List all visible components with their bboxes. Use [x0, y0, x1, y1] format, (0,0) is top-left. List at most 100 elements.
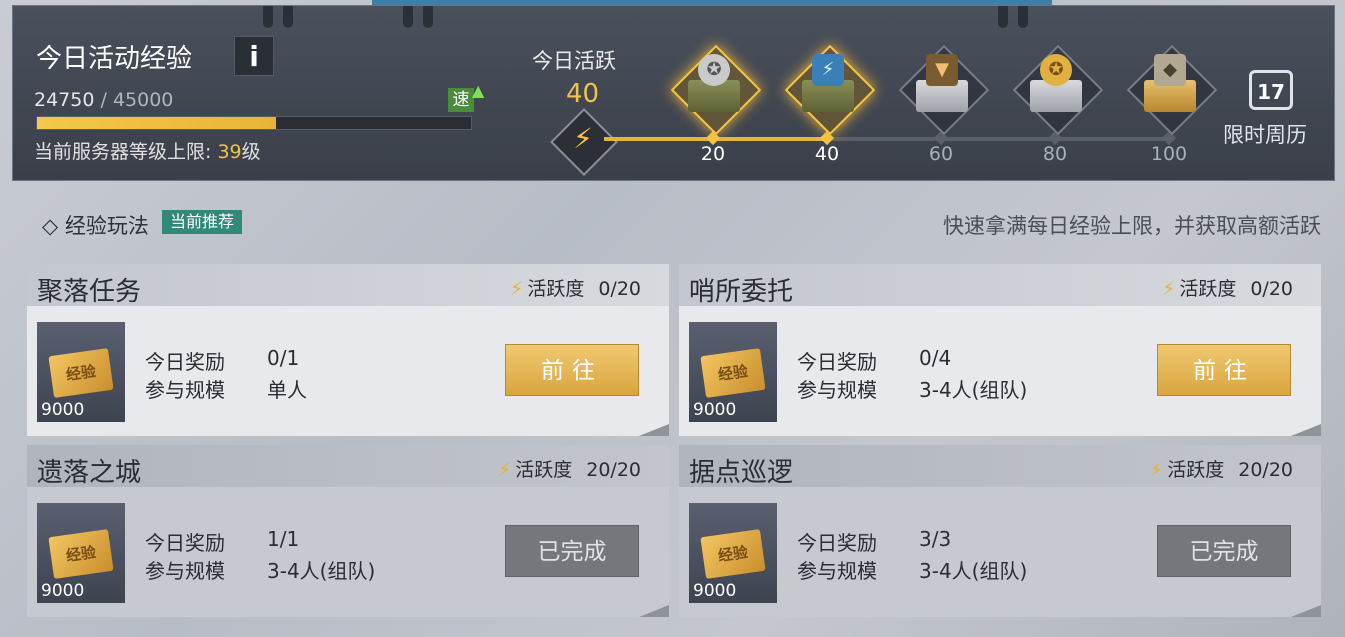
reward-chest-60[interactable]: ▼ — [898, 44, 990, 136]
activity-card: 据点巡逻 ⚡ 活跃度 20/20 经验 9000 今日奖励 3/3 参与规模 3-4人(组队) 已完… — [679, 445, 1321, 617]
card-corner-decoration — [1291, 605, 1321, 617]
exp-ticket-item[interactable]: 经验 9000 — [37, 322, 125, 422]
activity-label: 活跃度 — [515, 459, 573, 481]
exp-progress-bar — [36, 116, 472, 130]
card-activity: ⚡ 活跃度 0/20 — [1162, 274, 1293, 301]
completed-button: 已完成 — [1157, 525, 1291, 577]
server-level-cap: 当前服务器等级上限: 39级 — [34, 137, 261, 164]
activity-count: 20/20 — [1238, 459, 1293, 481]
card-header: 遗落之城 ⚡ 活跃度 20/20 — [27, 445, 669, 488]
info-button[interactable]: i — [234, 36, 274, 76]
go-button[interactable]: 前往 — [1157, 344, 1291, 396]
daily-exp-title: 今日活动经验 — [36, 44, 193, 74]
exp-progress-fill — [37, 117, 276, 129]
exp-ticket-item[interactable]: 经验 9000 — [689, 322, 777, 422]
lightning-icon: ⚡ — [509, 278, 524, 300]
speed-badge: 速 — [448, 88, 474, 112]
exp-ticket-item[interactable]: 经验 9000 — [37, 503, 125, 603]
card-corner-decoration — [639, 424, 669, 436]
activity-card: 聚落任务 ⚡ 活跃度 0/20 经验 9000 今日奖励 0/1 参与规模 单人 前往 — [27, 264, 669, 436]
activity-count: 20/20 — [586, 459, 641, 481]
reward-chest-100[interactable]: ◆ — [1126, 44, 1218, 136]
milestone-label: 40 — [814, 143, 840, 165]
exp-max: 45000 — [112, 89, 174, 111]
reward-chest-40[interactable]: ⚡ — [784, 44, 876, 136]
exp-ticket-icon: 经验 — [700, 348, 766, 398]
recommended-badge: 当前推荐 — [162, 210, 243, 234]
scale-value: 单人 — [267, 378, 307, 402]
exp-amount: 9000 — [41, 581, 85, 601]
activity-card: 哨所委托 ⚡ 活跃度 0/20 经验 9000 今日奖励 0/4 参与规模 3-4人(组队) 前往 — [679, 264, 1321, 436]
crystal-icon: ◆ — [1154, 54, 1186, 86]
reward-today-label: 今日奖励 — [797, 531, 877, 555]
exp-separator: / — [94, 89, 113, 111]
reward-chest-20[interactable]: ✪ — [670, 44, 762, 136]
section-title: ◇ 经验玩法 — [42, 214, 149, 238]
go-button[interactable]: 前往 — [505, 344, 639, 396]
exp-current: 24750 — [34, 89, 95, 111]
exp-ticket-item[interactable]: 经验 9000 — [689, 503, 777, 603]
section-hint: 快速拿满每日经验上限，并获取高额活跃 — [943, 214, 1321, 238]
activity-label: 活跃度 — [1167, 459, 1225, 481]
exp-ticket-icon: 经验 — [700, 529, 766, 579]
exp-amount: 9000 — [41, 400, 85, 420]
milestone-label: 80 — [1042, 143, 1068, 165]
scale-label: 参与规模 — [145, 378, 225, 402]
scale-value: 3-4人(组队) — [267, 559, 376, 583]
gold-coin-icon: ✪ — [1040, 54, 1072, 86]
completed-button: 已完成 — [505, 525, 639, 577]
server-cap-level: 39 — [217, 141, 242, 163]
card-header: 据点巡逻 ⚡ 活跃度 20/20 — [679, 445, 1321, 488]
exp-values: 24750 / 45000 — [34, 89, 173, 111]
weekly-calendar-link[interactable]: 限时周历 — [1223, 119, 1307, 149]
activity-count: 0/20 — [598, 278, 641, 300]
server-cap-label: 当前服务器等级上限: — [34, 141, 218, 163]
activity-label: 今日活跃 — [532, 49, 616, 73]
card-title: 据点巡逻 — [689, 458, 794, 488]
silver-coin-icon: ✪ — [698, 54, 730, 86]
card-title: 哨所委托 — [689, 277, 794, 307]
activity-label: 活跃度 — [1179, 278, 1237, 300]
card-activity: ⚡ 活跃度 0/20 — [510, 274, 641, 301]
reward-today-value: 0/1 — [267, 346, 300, 370]
exp-ticket-icon: 经验 — [48, 529, 114, 579]
milestone-label: 20 — [700, 143, 726, 165]
speed-up-arrow-icon: ▲ — [472, 81, 485, 100]
server-cap-unit: 级 — [241, 141, 261, 163]
exp-ticket-icon: 经验 — [48, 348, 114, 398]
reward-chest-80[interactable]: ✪ — [1012, 44, 1104, 136]
card-activity: ⚡ 活跃度 20/20 — [498, 455, 641, 482]
scale-label: 参与规模 — [145, 559, 225, 583]
reward-today-label: 今日奖励 — [797, 350, 877, 374]
hanger-clip — [283, 6, 293, 28]
reward-today-value: 0/4 — [919, 346, 952, 370]
lightning-icon: ⚡ — [1149, 459, 1164, 481]
reward-today-value: 1/1 — [267, 527, 300, 551]
scale-value: 3-4人(组队) — [919, 559, 1028, 583]
milestone-label: 100 — [1150, 143, 1188, 165]
exp-amount: 9000 — [693, 400, 737, 420]
hanger-clip — [998, 6, 1008, 28]
lightning-icon: ⚡ — [1161, 278, 1176, 300]
card-corner-decoration — [1291, 424, 1321, 436]
card-header: 聚落任务 ⚡ 活跃度 0/20 — [27, 264, 669, 307]
section-title-text: 经验玩法 — [64, 214, 149, 238]
activity-label: 活跃度 — [527, 278, 585, 300]
calendar-icon[interactable]: 17 — [1249, 70, 1293, 110]
activity-card: 遗落之城 ⚡ 活跃度 20/20 经验 9000 今日奖励 1/1 参与规模 3-4人(组队) 已完… — [27, 445, 669, 617]
badge-emblem-icon: ▼ — [926, 54, 958, 86]
energy-emblem-icon: ⚡ — [812, 54, 844, 86]
scale-label: 参与规模 — [797, 378, 877, 402]
lightning-icon: ⚡ — [497, 459, 512, 481]
scale-label: 参与规模 — [797, 559, 877, 583]
lightning-icon: ⚡ — [573, 122, 593, 155]
exp-amount: 9000 — [693, 581, 737, 601]
reward-today-label: 今日奖励 — [145, 531, 225, 555]
reward-today-value: 3/3 — [919, 527, 952, 551]
hanger-clip — [263, 6, 273, 28]
hanger-clip — [1018, 6, 1028, 28]
card-title: 遗落之城 — [37, 458, 142, 488]
hanger-clip — [403, 6, 413, 28]
hanger-clip — [423, 6, 433, 28]
reward-today-label: 今日奖励 — [145, 350, 225, 374]
